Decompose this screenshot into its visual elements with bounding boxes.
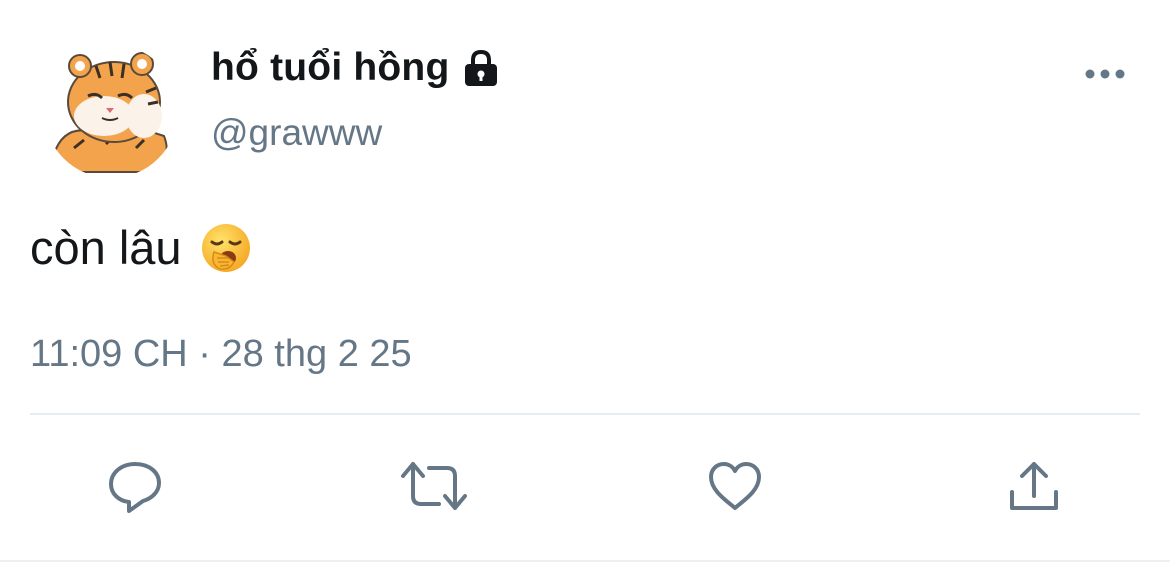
- display-name-row: hổ tuổi hồng: [211, 40, 501, 96]
- tweet-text-row: còn lâu: [30, 220, 252, 275]
- display-name[interactable]: hổ tuổi hồng: [211, 46, 449, 90]
- bottom-divider: [0, 560, 1170, 562]
- lock-icon: [461, 48, 501, 88]
- speech-bubble-icon: [105, 456, 165, 521]
- share-button[interactable]: [1002, 456, 1066, 520]
- tweet-card: hổ tuổi hồng @grawww còn lâu 11:09 CH · …: [0, 0, 1170, 579]
- divider: [30, 413, 1140, 415]
- more-dots-icon[interactable]: [1084, 62, 1130, 86]
- like-button[interactable]: [703, 456, 767, 520]
- tweet-timestamp[interactable]: 11:09 CH · 28 thg 2 25: [30, 333, 412, 376]
- user-handle[interactable]: @grawww: [211, 112, 382, 154]
- retweet-button[interactable]: [399, 456, 469, 521]
- avatar[interactable]: [44, 44, 178, 178]
- tweet-text: còn lâu: [30, 221, 182, 274]
- retweet-icon: [399, 456, 469, 521]
- heart-icon: [705, 456, 765, 521]
- share-upload-icon: [1004, 456, 1064, 521]
- yawning-face-emoji-icon: [200, 222, 252, 274]
- reply-button[interactable]: [103, 456, 167, 520]
